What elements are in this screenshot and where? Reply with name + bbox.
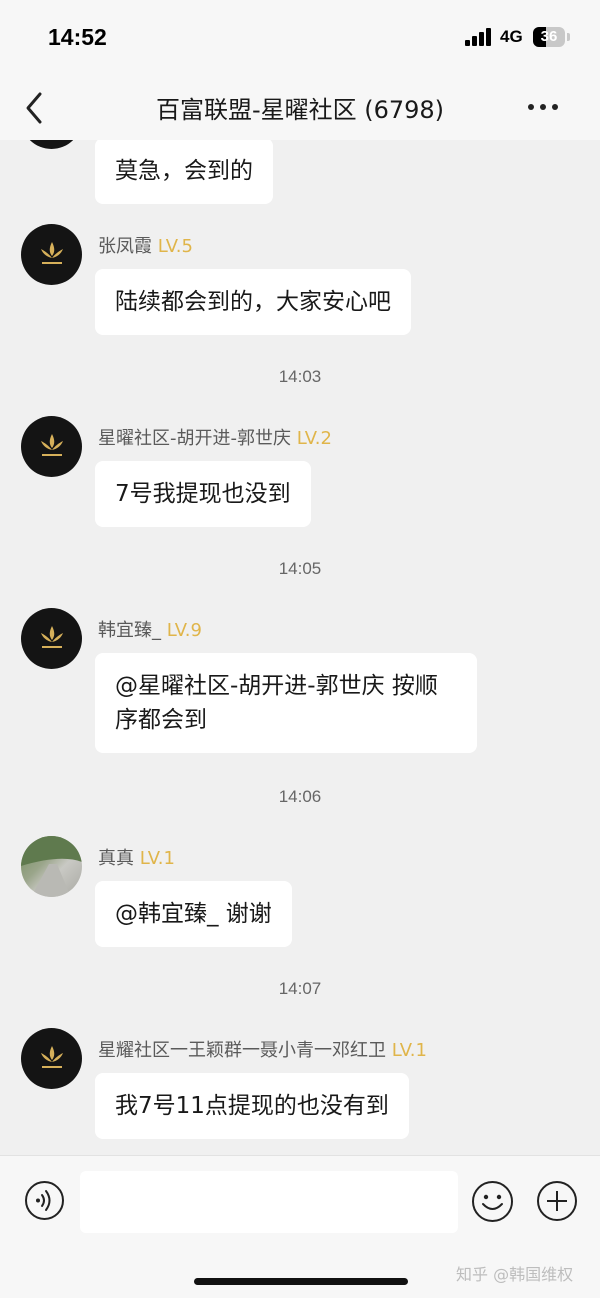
more-icon[interactable] bbox=[528, 101, 558, 115]
watermark: 知乎 @韩国维权 bbox=[456, 1265, 574, 1284]
sender-name: 星耀社区一王颖群一聂小青一邓红卫 LV.1 bbox=[98, 1036, 427, 1062]
status-bar: 14:52 4G 36 bbox=[0, 0, 600, 76]
road-photo-icon bbox=[21, 836, 82, 897]
message-bubble[interactable]: @星曜社区-胡开进-郭世庆 按顺序都会到 bbox=[95, 653, 477, 753]
sender-name: 张凤霞 LV.5 bbox=[98, 232, 193, 258]
plus-icon[interactable] bbox=[536, 1180, 578, 1222]
timestamp: 14:05 bbox=[278, 559, 322, 578]
sender-nickname: 韩宜臻_ bbox=[98, 620, 161, 641]
sender-name: 星曜社区-胡开进-郭世庆 LV.2 bbox=[98, 424, 332, 450]
nav-bar: 百富联盟-星曜社区 (6798) bbox=[0, 76, 600, 140]
avatar[interactable] bbox=[21, 608, 82, 669]
avatar[interactable] bbox=[21, 836, 82, 897]
signal-icon bbox=[465, 28, 493, 46]
battery-level: 36 bbox=[540, 28, 558, 45]
battery-tip bbox=[567, 33, 570, 41]
back-icon[interactable] bbox=[20, 88, 50, 128]
level-badge: LV.1 bbox=[139, 848, 175, 869]
battery-icon: 36 bbox=[533, 27, 565, 47]
level-badge: LV.9 bbox=[166, 620, 202, 641]
avatar[interactable] bbox=[21, 416, 82, 477]
community-logo-icon bbox=[41, 1046, 63, 1068]
level-badge: LV.5 bbox=[157, 236, 193, 257]
avatar[interactable] bbox=[21, 224, 82, 285]
message-bubble[interactable]: 7号我提现也没到 bbox=[95, 461, 311, 527]
timestamp: 14:03 bbox=[278, 367, 322, 386]
network-label: 4G bbox=[500, 27, 523, 46]
sender-nickname: 星耀社区一王颖群一聂小青一邓红卫 bbox=[98, 1040, 386, 1061]
community-logo-icon bbox=[41, 626, 63, 648]
level-badge: LV.2 bbox=[296, 428, 332, 449]
timestamp: 14:06 bbox=[278, 787, 322, 806]
home-indicator bbox=[194, 1278, 408, 1285]
status-time: 14:52 bbox=[48, 24, 107, 50]
avatar[interactable] bbox=[21, 140, 82, 149]
message-input[interactable] bbox=[80, 1171, 458, 1233]
timestamp: 14:07 bbox=[278, 979, 322, 998]
message-bubble[interactable]: 陆续都会到的，大家安心吧 bbox=[95, 269, 411, 335]
level-badge: LV.1 bbox=[391, 1040, 427, 1061]
message-bubble[interactable]: 我7号11点提现的也没有到 bbox=[95, 1073, 409, 1139]
message-bubble[interactable]: @韩宜臻_ 谢谢 bbox=[95, 881, 292, 947]
chat-area[interactable]: 莫急，会到的 张凤霞 LV.5 陆续都会到的，大家安心吧 14:03 星曜社区-… bbox=[0, 140, 600, 1155]
sender-nickname: 星曜社区-胡开进-郭世庆 bbox=[98, 428, 291, 449]
chat-title: 百富联盟-星曜社区 (6798) bbox=[155, 96, 445, 124]
voice-icon[interactable] bbox=[24, 1180, 65, 1221]
sender-name: 韩宜臻_ LV.9 bbox=[98, 616, 202, 642]
sender-name: 真真 LV.1 bbox=[98, 844, 175, 870]
emoji-icon[interactable] bbox=[471, 1180, 514, 1223]
community-logo-icon bbox=[41, 242, 63, 264]
sender-nickname: 真真 bbox=[98, 848, 134, 869]
avatar[interactable] bbox=[21, 1028, 82, 1089]
sender-nickname: 张凤霞 bbox=[98, 236, 152, 257]
community-logo-icon bbox=[41, 434, 63, 456]
message-bubble[interactable]: 莫急，会到的 bbox=[95, 140, 273, 204]
